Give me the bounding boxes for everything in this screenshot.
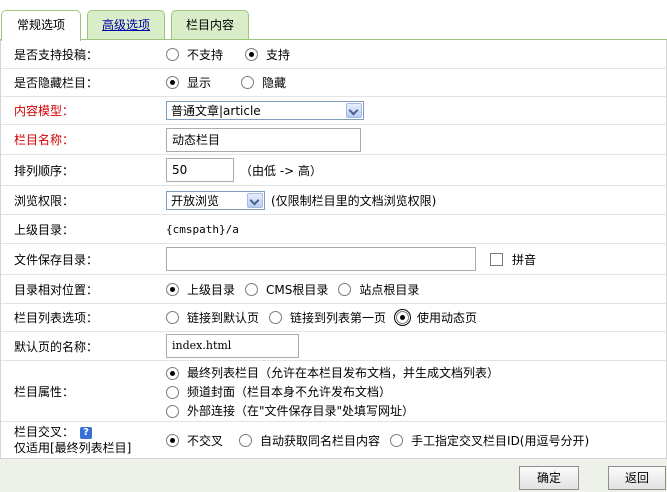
name-label: 栏目名称： bbox=[14, 133, 75, 147]
row-model: 内容模型： 普通文章|article bbox=[1, 97, 666, 125]
radio-attr-final[interactable] bbox=[166, 367, 179, 380]
radio-relpos-cms[interactable] bbox=[245, 282, 259, 296]
radio-relpos-parent[interactable] bbox=[166, 282, 179, 296]
radio-label: 显示 bbox=[187, 76, 212, 90]
row-defpage: 默认页的名称： index.html bbox=[1, 332, 666, 361]
radio-label: 链接到默认页 bbox=[187, 311, 260, 325]
radio-contribute-yes[interactable] bbox=[245, 47, 259, 61]
row-hidden: 是否隐藏栏目： 显示 隐藏 bbox=[1, 69, 666, 97]
listopt-label: 栏目列表选项： bbox=[14, 311, 99, 325]
radio-label: 站点根目录 bbox=[359, 282, 420, 297]
radio-cross-manual[interactable] bbox=[390, 433, 404, 447]
row-contribute: 是否支持投稿： 不支持 支持 bbox=[1, 40, 666, 69]
order-label: 排列顺序： bbox=[14, 163, 75, 178]
back-button[interactable]: 返回 bbox=[608, 466, 666, 490]
radio-link-default[interactable] bbox=[166, 311, 179, 324]
radio-label: 不交叉 bbox=[187, 433, 224, 448]
pinyin-label: 拼音 bbox=[512, 252, 537, 267]
radio-label: 最终列表栏目（允许在本栏目发布文档，并生成文档列表） bbox=[187, 366, 500, 380]
ok-button[interactable]: 确定 bbox=[519, 466, 579, 490]
radio-label: 支持 bbox=[266, 47, 291, 62]
row-name: 栏目名称： 动态栏目 bbox=[1, 125, 666, 155]
cross-sublabel: 仅适用[最终列表栏目] bbox=[14, 441, 132, 455]
radio-label: 链接到列表第一页 bbox=[290, 311, 387, 325]
order-hint: （由低 -> 高） bbox=[240, 163, 323, 178]
row-perm: 浏览权限： 开放浏览 (仅限制栏目里的文档浏览权限) bbox=[1, 186, 666, 215]
chevron-down-icon[interactable] bbox=[247, 192, 263, 208]
radio-link-first[interactable] bbox=[269, 311, 283, 324]
row-listopt: 栏目列表选项： 链接到默认页 链接到列表第一页 使用动态页 bbox=[1, 304, 666, 332]
pinyin-checkbox[interactable] bbox=[490, 252, 503, 266]
tab-bar: 常规选项 高级选项 栏目内容 bbox=[0, 0, 667, 41]
radio-label: 使用动态页 bbox=[417, 311, 478, 325]
row-parent: 上级目录： {cmspath}/a bbox=[1, 215, 666, 244]
perm-hint: (仅限制栏目里的文档浏览权限) bbox=[271, 193, 437, 208]
radio-label: CMS根目录 bbox=[266, 282, 329, 297]
relpos-label: 目录相对位置： bbox=[14, 282, 99, 297]
hidden-label: 是否隐藏栏目： bbox=[14, 76, 99, 90]
attr-label: 栏目属性： bbox=[14, 384, 75, 399]
radio-label: 频道封面（栏目本身不允许发布文档） bbox=[187, 385, 392, 399]
cross-label: 栏目交叉： bbox=[14, 425, 75, 439]
order-input[interactable]: 50 bbox=[166, 158, 234, 182]
perm-select-value: 开放浏览 bbox=[171, 193, 220, 208]
button-bar: 确定 返回 bbox=[0, 458, 667, 492]
radio-attr-cover[interactable] bbox=[166, 386, 179, 399]
contribute-label: 是否支持投稿： bbox=[14, 47, 99, 62]
savedir-input[interactable] bbox=[166, 247, 476, 271]
row-cross: 栏目交叉：? 仅适用[最终列表栏目] 不交叉 自动获取同名栏目内容 手工指定交叉… bbox=[1, 422, 666, 458]
tab-general[interactable]: 常规选项 bbox=[1, 10, 81, 41]
chevron-down-icon[interactable] bbox=[346, 103, 362, 118]
tab-advanced[interactable]: 高级选项 bbox=[87, 10, 165, 40]
model-select-value: 普通文章|article bbox=[171, 104, 261, 118]
defpage-input[interactable]: index.html bbox=[166, 334, 299, 358]
perm-select[interactable]: 开放浏览 bbox=[166, 190, 265, 210]
cross-label-group: 栏目交叉：? 仅适用[最终列表栏目] bbox=[14, 424, 131, 456]
radio-hide[interactable] bbox=[241, 76, 255, 89]
radio-relpos-site[interactable] bbox=[338, 282, 352, 296]
savedir-label: 文件保存目录： bbox=[14, 252, 99, 267]
perm-label: 浏览权限： bbox=[14, 193, 75, 208]
row-order: 排列顺序： 50 （由低 -> 高） bbox=[1, 155, 666, 186]
defpage-label: 默认页的名称： bbox=[14, 339, 99, 354]
attr-options: 最终列表栏目（允许在本栏目发布文档，并生成文档列表） 频道封面（栏目本身不允许发… bbox=[166, 364, 521, 421]
radio-label: 不支持 bbox=[187, 47, 224, 62]
tab-content[interactable]: 栏目内容 bbox=[171, 10, 249, 40]
radio-show[interactable] bbox=[166, 76, 179, 89]
model-select[interactable]: 普通文章|article bbox=[166, 101, 364, 120]
row-relpos: 目录相对位置： 上级目录 CMS根目录 站点根目录 bbox=[1, 275, 666, 304]
radio-label: 上级目录 bbox=[187, 282, 236, 297]
radio-label: 隐藏 bbox=[262, 76, 287, 90]
radio-cross-none[interactable] bbox=[166, 433, 179, 447]
parent-label: 上级目录： bbox=[14, 222, 75, 237]
radio-dynamic[interactable] bbox=[394, 309, 412, 326]
radio-contribute-no[interactable] bbox=[166, 47, 179, 61]
model-label: 内容模型： bbox=[14, 104, 75, 118]
radio-label: 外部连接（在"文件保存目录"处填写网址） bbox=[187, 404, 415, 418]
row-savedir: 文件保存目录： 拼音 bbox=[1, 244, 666, 275]
row-attr: 栏目属性： 最终列表栏目（允许在本栏目发布文档，并生成文档列表） 频道封面（栏目… bbox=[1, 361, 666, 422]
radio-label: 自动获取同名栏目内容 bbox=[260, 433, 381, 448]
radio-cross-auto[interactable] bbox=[239, 433, 253, 447]
settings-form: 是否支持投稿： 不支持 支持 是否隐藏栏目： 显示 隐藏 内容模型： 普通文章|… bbox=[0, 40, 667, 458]
help-icon[interactable]: ? bbox=[80, 426, 93, 439]
radio-attr-external[interactable] bbox=[166, 405, 179, 418]
radio-label: 手工指定交叉栏目ID(用逗号分开) bbox=[411, 433, 590, 448]
name-input[interactable]: 动态栏目 bbox=[166, 127, 361, 152]
parent-path: {cmspath}/a bbox=[166, 222, 239, 236]
